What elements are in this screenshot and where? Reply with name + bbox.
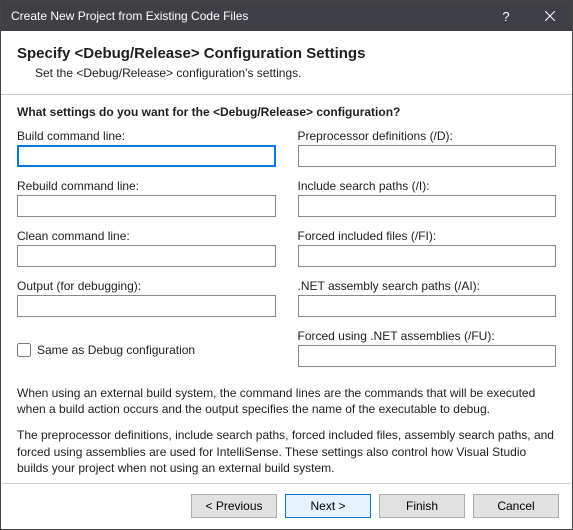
label-forced-include: Forced included files (/FI):	[298, 229, 557, 243]
content-area: Specify <Debug/Release> Configuration Se…	[1, 31, 572, 476]
divider	[1, 94, 572, 95]
label-build-cmd: Build command line:	[17, 129, 276, 143]
label-forced-using: Forced using .NET assemblies (/FU):	[298, 329, 557, 343]
help-icon: ?	[502, 9, 509, 24]
label-rebuild-cmd: Rebuild command line:	[17, 179, 276, 193]
window-title: Create New Project from Existing Code Fi…	[11, 9, 484, 23]
input-preproc[interactable]	[298, 145, 557, 167]
field-rebuild-cmd: Rebuild command line:	[17, 179, 276, 217]
field-build-cmd: Build command line:	[17, 129, 276, 167]
field-include-paths: Include search paths (/I):	[298, 179, 557, 217]
input-rebuild-cmd[interactable]	[17, 195, 276, 217]
footer-buttons: < Previous Next > Finish Cancel	[2, 483, 571, 528]
field-forced-include: Forced included files (/FI):	[298, 229, 557, 267]
field-preproc: Preprocessor definitions (/D):	[298, 129, 557, 167]
input-asm-paths[interactable]	[298, 295, 557, 317]
finish-button[interactable]: Finish	[379, 494, 465, 518]
input-build-cmd[interactable]	[17, 145, 276, 167]
cancel-button[interactable]: Cancel	[473, 494, 559, 518]
label-clean-cmd: Clean command line:	[17, 229, 276, 243]
page-heading: Specify <Debug/Release> Configuration Se…	[17, 45, 556, 62]
same-as-debug-label: Same as Debug configuration	[37, 343, 195, 357]
fields-grid: Build command line: Preprocessor definit…	[17, 129, 556, 375]
description-p1: When using an external build system, the…	[17, 385, 556, 417]
same-as-debug-checkbox[interactable]	[17, 343, 31, 357]
checkbox-row: Same as Debug configuration	[17, 343, 276, 357]
field-forced-using: Forced using .NET assemblies (/FU):	[298, 329, 557, 367]
label-asm-paths: .NET assembly search paths (/AI):	[298, 279, 557, 293]
close-icon	[545, 11, 555, 21]
close-button[interactable]	[528, 1, 572, 31]
description-block: When using an external build system, the…	[17, 385, 556, 476]
next-button[interactable]: Next >	[285, 494, 371, 518]
input-forced-include[interactable]	[298, 245, 557, 267]
field-output-debug: Output (for debugging):	[17, 279, 276, 317]
field-clean-cmd: Clean command line:	[17, 229, 276, 267]
input-include-paths[interactable]	[298, 195, 557, 217]
page-subheading: Set the <Debug/Release> configuration's …	[35, 66, 556, 80]
label-preproc: Preprocessor definitions (/D):	[298, 129, 557, 143]
previous-button[interactable]: < Previous	[191, 494, 277, 518]
field-asm-paths: .NET assembly search paths (/AI):	[298, 279, 557, 317]
help-button[interactable]: ?	[484, 1, 528, 31]
label-include-paths: Include search paths (/I):	[298, 179, 557, 193]
description-p2: The preprocessor definitions, include se…	[17, 427, 556, 476]
titlebar: Create New Project from Existing Code Fi…	[1, 1, 572, 31]
input-clean-cmd[interactable]	[17, 245, 276, 267]
config-question: What settings do you want for the <Debug…	[17, 105, 556, 119]
spacer-left: Same as Debug configuration	[17, 329, 276, 375]
label-output-debug: Output (for debugging):	[17, 279, 276, 293]
input-output-debug[interactable]	[17, 295, 276, 317]
input-forced-using[interactable]	[298, 345, 557, 367]
